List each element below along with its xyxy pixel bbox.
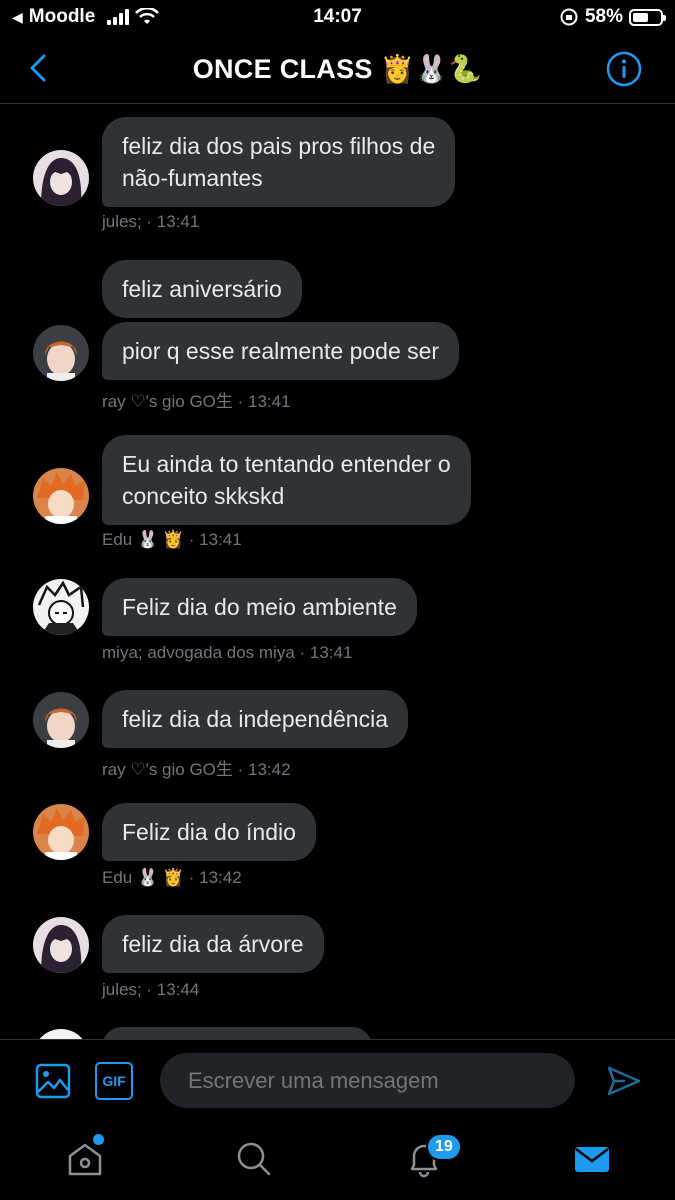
message-text: feliz aniversário [122, 276, 282, 302]
message-meta: jules; · 13:41 [102, 212, 200, 231]
message-input[interactable] [160, 1053, 575, 1108]
message-bubble[interactable]: feliz dia da árvore [102, 915, 324, 973]
message-bubble[interactable]: feliz dia dos pais pros filhos de não-fu… [102, 117, 456, 207]
message-meta: jules; · 13:44 [102, 980, 200, 999]
message-meta: Edu 🐰 👸 · 13:42 [102, 868, 242, 887]
avatar[interactable] [33, 692, 89, 748]
avatar[interactable] [33, 579, 89, 635]
message-bubble[interactable]: feliz aniversário [102, 260, 302, 318]
avatar[interactable] [33, 325, 89, 381]
conversation-title[interactable]: ONCE CLASS 👸🐰🐍 [0, 53, 675, 85]
info-icon[interactable] [605, 50, 643, 88]
message-text: feliz dia da independência [122, 706, 388, 732]
search-icon[interactable] [234, 1139, 274, 1179]
message-meta: ray ♡'s gio GO生 · 13:41 [102, 392, 291, 411]
message-meta: miya; advogada dos miya · 13:41 [102, 643, 353, 662]
battery-icon [629, 8, 666, 26]
battery-percent: 58% [584, 6, 623, 27]
image-icon[interactable] [34, 1062, 72, 1100]
avatar[interactable] [33, 917, 89, 973]
rotation-lock-icon [560, 8, 578, 26]
gif-button[interactable]: GIF [95, 1062, 133, 1100]
message-bubble[interactable]: Eu ainda to tentando entender o conceito… [102, 435, 471, 525]
message-text: pior q esse realmente pode ser [122, 338, 440, 364]
send-icon[interactable] [605, 1062, 643, 1100]
message-meta: Edu 🐰 👸 · 13:41 [102, 530, 242, 549]
message-list[interactable]: feliz dia dos pais pros filhos de não-fu… [0, 105, 675, 1039]
avatar[interactable] [33, 804, 89, 860]
mail-icon[interactable] [572, 1139, 612, 1179]
avatar-partial[interactable] [33, 1029, 89, 1039]
message-bubble-partial[interactable] [102, 1027, 372, 1039]
message-meta: ray ♡'s gio GO生 · 13:42 [102, 760, 291, 779]
notifications-badge: 19 [426, 1133, 462, 1161]
bottom-tab-bar [0, 1121, 675, 1200]
new-content-dot [93, 1134, 104, 1145]
message-composer: GIF [0, 1039, 675, 1121]
avatar[interactable] [33, 468, 89, 524]
message-text: Feliz dia do índio [122, 819, 296, 845]
message-text: feliz dia dos pais pros filhos de não-fu… [122, 133, 436, 191]
conversation-header: ONCE CLASS 👸🐰🐍 [0, 36, 675, 104]
message-text: feliz dia da árvore [122, 931, 304, 957]
gif-label: GIF [102, 1073, 126, 1089]
avatar[interactable] [33, 150, 89, 206]
message-text: Eu ainda to tentando entender o conceito… [122, 451, 451, 509]
status-bar: ◀ Moodle 14:07 58% [0, 0, 675, 36]
message-bubble[interactable]: pior q esse realmente pode ser [102, 322, 460, 380]
message-text: Feliz dia do meio ambiente [122, 594, 397, 620]
message-bubble[interactable]: Feliz dia do índio [102, 803, 316, 861]
message-bubble[interactable]: feliz dia da independência [102, 690, 408, 748]
home-icon[interactable] [65, 1139, 105, 1179]
message-bubble[interactable]: Feliz dia do meio ambiente [102, 578, 417, 636]
